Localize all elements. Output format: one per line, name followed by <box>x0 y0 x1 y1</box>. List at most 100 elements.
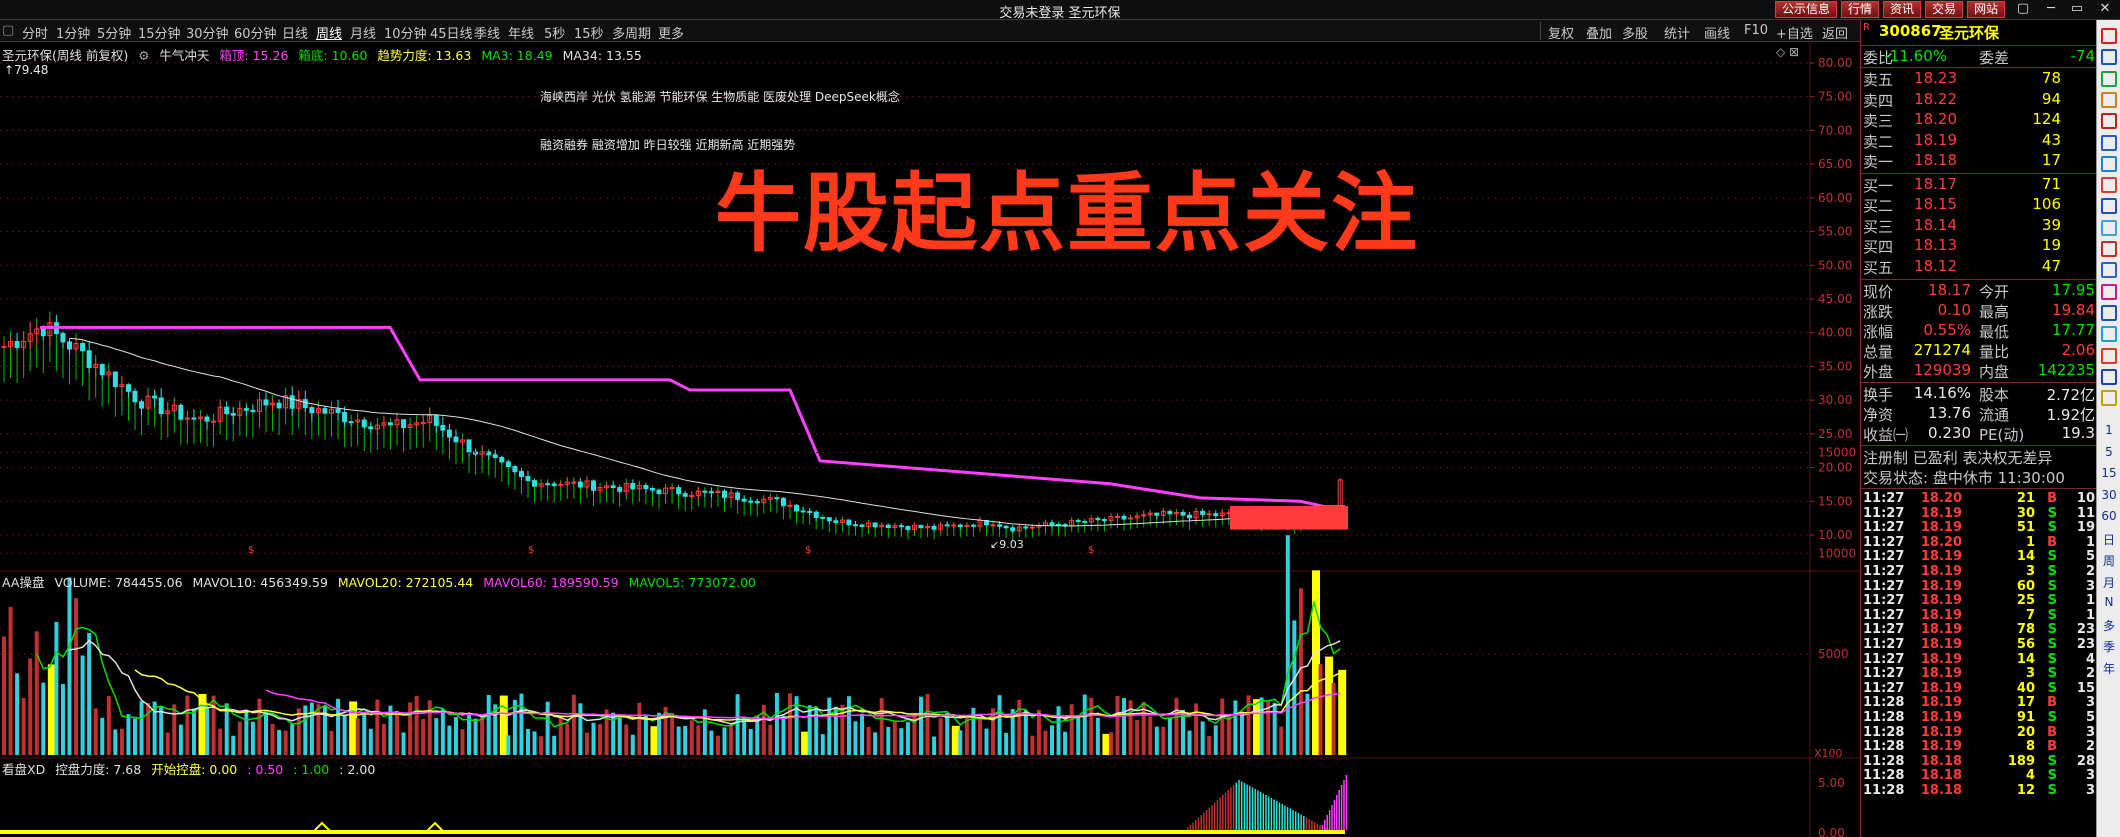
bid-row[interactable]: 买一 18.17 71 <box>1861 175 2097 195</box>
maximize-icon[interactable]: ▭ <box>2064 1 2090 18</box>
close-icon[interactable]: ✕ <box>2092 1 2118 18</box>
candle-body <box>735 492 741 500</box>
tool-diejia[interactable]: 叠加 <box>1586 23 1612 42</box>
tick-price: 18.18 <box>1920 768 1962 784</box>
kline-chart-area[interactable]: 80.00 75.00 70.00 65.00 60.00 55.00 50.00 45.00… <box>0 43 1860 837</box>
ask-row[interactable]: 卖五 18.23 78 <box>1861 69 2097 89</box>
period-monthly[interactable]: 月线 <box>350 23 376 42</box>
stats-icon[interactable] <box>2101 283 2117 300</box>
candle-body <box>518 471 524 478</box>
layout-icon[interactable] <box>2101 304 2117 321</box>
candle-body <box>532 480 538 487</box>
chart-icon[interactable] <box>2101 91 2117 108</box>
period-5min[interactable]: 5分钟 <box>97 23 131 42</box>
ask-label: 卖一 <box>1863 153 1894 171</box>
ask-row[interactable]: 卖三 18.20 124 <box>1861 110 2097 130</box>
period-45day[interactable]: 45日线 <box>430 23 473 42</box>
f10-icon[interactable] <box>2101 177 2117 194</box>
tool-f10[interactable]: F10 <box>1744 23 1768 38</box>
news-icon[interactable] <box>2101 155 2117 172</box>
registration-text: 注册制 已盈利 表决权无差异 <box>1863 449 2053 467</box>
grid-icon[interactable] <box>2101 70 2117 87</box>
rank-icon[interactable] <box>2101 198 2117 215</box>
news-button[interactable]: 资讯 <box>1883 1 1922 18</box>
rsi-icon[interactable] <box>2101 326 2117 343</box>
side-period-10[interactable]: 季 <box>2097 638 2120 655</box>
period-daily[interactable]: 日线 <box>282 23 308 42</box>
side-period-6[interactable]: 周 <box>2097 552 2120 569</box>
period-quarter[interactable]: 季线 <box>474 23 500 42</box>
period-weekly[interactable]: 周线 <box>316 23 342 42</box>
period-60min[interactable]: 60分钟 <box>234 23 277 42</box>
side-period-9[interactable]: 多 <box>2097 617 2120 634</box>
kline-icon[interactable] <box>2101 113 2117 130</box>
stat-value: 17.95 <box>2052 281 2095 299</box>
candle-body <box>1154 512 1160 516</box>
trade-button[interactable]: 交易 <box>1925 1 1964 18</box>
ask-row[interactable]: 卖二 18.19 43 <box>1861 131 2097 151</box>
candle-body <box>676 487 682 495</box>
volume-bar <box>1050 725 1054 755</box>
notice-button[interactable]: 公示信息 <box>1775 1 1838 18</box>
bid-volume: 106 <box>2032 195 2061 213</box>
side-period-1[interactable]: 5 <box>2097 445 2120 459</box>
ask-row[interactable]: 卖一 18.18 17 <box>1861 151 2097 171</box>
period-multi[interactable]: 多周期 <box>612 23 651 42</box>
volume-bar <box>539 736 544 755</box>
period-15min[interactable]: 15分钟 <box>138 23 181 42</box>
pen-icon[interactable] <box>2101 390 2117 407</box>
period-30min[interactable]: 30分钟 <box>186 23 229 42</box>
alert-icon[interactable] <box>2101 241 2117 257</box>
gauge-icon[interactable] <box>2101 347 2117 364</box>
indicator-gear-icon[interactable]: ⚙ <box>138 48 149 63</box>
volume-bar <box>748 729 753 755</box>
tool-back[interactable]: 返回 <box>1822 23 1848 42</box>
ask-row[interactable]: 卖四 18.22 94 <box>1861 90 2097 110</box>
tool-add-watchlist[interactable]: +自选 <box>1776 23 1813 42</box>
legend-control-100: : 1.00 <box>293 762 330 777</box>
period-1min[interactable]: 1分钟 <box>56 23 90 42</box>
side-period-11[interactable]: 年 <box>2097 660 2120 677</box>
home-icon[interactable] <box>2101 28 2117 44</box>
website-button[interactable]: 网站 <box>1967 1 2006 18</box>
side-period-0[interactable]: 1 <box>2097 423 2120 437</box>
period-fenshi[interactable]: 分时 <box>22 23 48 42</box>
tool-fuquan[interactable]: 复权 <box>1548 23 1574 42</box>
tool-huaxian[interactable]: 画线 <box>1704 23 1730 42</box>
period-5sec[interactable]: 5秒 <box>544 23 565 42</box>
period-15sec[interactable]: 15秒 <box>574 23 604 42</box>
chart-options-icons[interactable]: ◇ ⊠ <box>1776 45 1799 59</box>
minimize-icon[interactable]: ─ <box>2038 1 2064 18</box>
tool-tongji[interactable]: 统计 <box>1664 23 1690 42</box>
candle-body <box>944 524 950 527</box>
side-period-5[interactable]: 日 <box>2097 531 2120 548</box>
market-button[interactable]: 行情 <box>1841 1 1880 18</box>
period-yearly[interactable]: 年线 <box>508 23 534 42</box>
volume-bar <box>1030 735 1035 755</box>
side-period-3[interactable]: 30 <box>2097 488 2120 502</box>
side-period-7[interactable]: 月 <box>2097 574 2120 591</box>
low-price-mark: ↙9.03 <box>990 538 1024 551</box>
tool-duogu[interactable]: 多股 <box>1622 23 1648 42</box>
side-period-2[interactable]: 15 <box>2097 466 2120 480</box>
info-icon[interactable] <box>2101 134 2117 151</box>
side-period-8[interactable]: N <box>2097 595 2120 609</box>
side-period-4[interactable]: 60 <box>2097 509 2120 523</box>
calc-icon[interactable] <box>2101 219 2117 236</box>
tick-count: 11 <box>2076 505 2095 521</box>
list-icon[interactable] <box>2101 49 2117 66</box>
period-more[interactable]: 更多 <box>658 23 684 42</box>
restore-icon[interactable]: ▢ <box>2010 1 2036 18</box>
price-axis-label: 65.00 <box>1818 157 1852 171</box>
tick-row: 11:27 18.19 56 S 23 <box>1861 637 2097 652</box>
bid-row[interactable]: 买二 18.15 106 <box>1861 195 2097 215</box>
watch-icon[interactable] <box>2101 262 2117 279</box>
menu-icon[interactable]: ▢ <box>2 23 14 38</box>
period-10min[interactable]: 10分钟 <box>384 23 427 42</box>
bid-row[interactable]: 买三 18.14 39 <box>1861 216 2097 236</box>
bid-row[interactable]: 买五 18.12 47 <box>1861 257 2097 277</box>
ask-label: 卖二 <box>1863 132 1894 151</box>
move-icon[interactable] <box>2101 368 2117 385</box>
volume-unit-label: X100 <box>1814 747 1843 760</box>
bid-row[interactable]: 买四 18.13 19 <box>1861 236 2097 256</box>
